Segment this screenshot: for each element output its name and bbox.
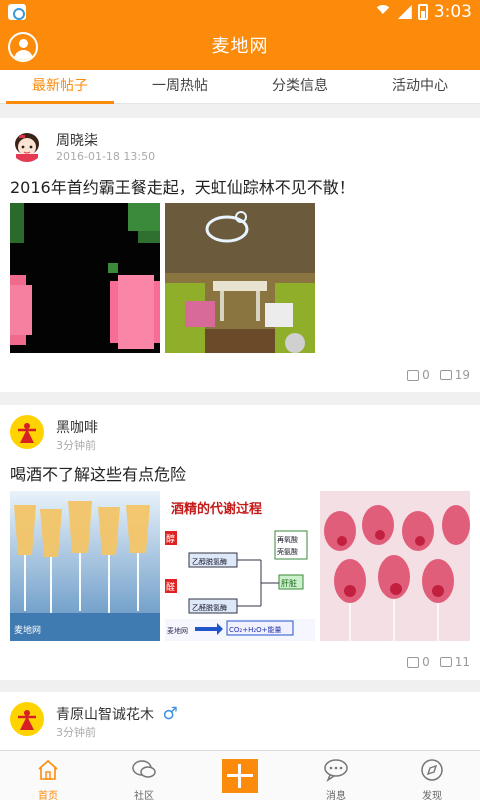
post-username[interactable]: 青原山智诚花木 ♂ — [56, 704, 178, 724]
post-image[interactable]: 麦地网 — [10, 491, 160, 641]
avatar[interactable] — [10, 702, 44, 736]
male-icon: ♂ — [162, 704, 178, 724]
tab-classified[interactable]: 分类信息 — [240, 70, 360, 103]
post-stats: 0 19 — [407, 368, 470, 382]
post-image[interactable] — [10, 203, 160, 353]
home-icon — [38, 759, 58, 780]
post-card[interactable]: 黑咖啡 3分钟前 喝酒不了解这些有点危险 麦地网 酒精的代谢过程 醇 醛 乙醇脱… — [0, 405, 480, 680]
svg-text:麦地网: 麦地网 — [14, 624, 41, 636]
add-icon — [222, 759, 258, 793]
nav-discover[interactable]: 发现 — [384, 751, 480, 802]
tab-events[interactable]: 活动中心 — [360, 70, 480, 103]
bottom-navigation: 首页 社区 消息 发现 — [0, 750, 480, 802]
status-time: 3:03 — [433, 2, 472, 22]
post-feed[interactable]: 周晓柒 2016-01-18 13:50 2016年首约霸王餐走起，天虹仙踪林不… — [0, 104, 480, 750]
post-username[interactable]: 黑咖啡 — [56, 417, 98, 437]
post-title[interactable]: 2016年首约霸王餐走起，天虹仙踪林不见不散！ — [10, 174, 355, 198]
post-card[interactable]: 周晓柒 2016-01-18 13:50 2016年首约霸王餐走起，天虹仙踪林不… — [0, 118, 480, 392]
title-bar: 麦地网 — [0, 24, 480, 70]
post-time: 2016-01-18 13:50 — [56, 150, 156, 163]
post-images — [10, 203, 315, 353]
comment-icon — [439, 657, 452, 667]
nav-add[interactable] — [192, 751, 288, 800]
svg-text:肝脏: 肝脏 — [281, 578, 297, 588]
notification-icon — [8, 4, 26, 20]
post-username[interactable]: 周晓柒 — [56, 130, 98, 150]
post-image[interactable] — [165, 203, 315, 353]
comment-count[interactable]: 11 — [439, 655, 470, 669]
svg-text:乙醛脱氢酶: 乙醛脱氢酶 — [192, 603, 227, 612]
app-title: 麦地网 — [211, 36, 269, 57]
svg-text:醛: 醛 — [166, 581, 175, 593]
status-icons: 3:03 — [374, 2, 472, 22]
thumbs-up-icon — [407, 656, 420, 668]
post-image[interactable]: 酒精的代谢过程 醇 醛 乙醇脱氢酶 乙醛脱氢酶 再氧酸 壳氨酸 肝脏 麦地网 C… — [165, 491, 315, 641]
nav-messages[interactable]: 消息 — [288, 751, 384, 802]
svg-text:醇: 醇 — [166, 533, 175, 545]
signal-icon — [397, 5, 412, 19]
community-icon — [132, 760, 156, 778]
svg-text:再氧酸: 再氧酸 — [277, 535, 298, 544]
post-images: 麦地网 酒精的代谢过程 醇 醛 乙醇脱氢酶 乙醛脱氢酶 再氧酸 壳氨酸 肝脏 麦… — [10, 491, 470, 641]
svg-text:麦地网: 麦地网 — [167, 626, 188, 635]
post-stats: 0 11 — [407, 655, 470, 669]
svg-text:酒精的代谢过程: 酒精的代谢过程 — [171, 501, 262, 517]
svg-text:乙醇脱氢酶: 乙醇脱氢酶 — [192, 557, 227, 566]
thumbs-up-icon — [407, 369, 420, 381]
post-title[interactable]: 喝酒不了解这些有点危险 — [10, 461, 186, 485]
user-avatar-icon[interactable] — [8, 32, 38, 62]
status-bar: 3:03 — [0, 0, 480, 24]
tab-weekly-hot[interactable]: 一周热帖 — [120, 70, 240, 103]
tab-bar: 最新帖子 一周热帖 分类信息 活动中心 — [0, 70, 480, 104]
comment-icon — [439, 370, 452, 380]
svg-text:壳氨酸: 壳氨酸 — [277, 547, 298, 556]
nav-community[interactable]: 社区 — [96, 751, 192, 802]
nav-home[interactable]: 首页 — [0, 751, 96, 802]
post-time: 3分钟前 — [56, 726, 96, 739]
battery-icon — [417, 4, 428, 20]
tab-latest-posts[interactable]: 最新帖子 — [0, 70, 120, 104]
avatar[interactable] — [10, 415, 44, 449]
discover-icon — [421, 759, 443, 781]
svg-text:CO₂+H₂O+能量: CO₂+H₂O+能量 — [229, 625, 282, 634]
message-icon — [324, 759, 348, 782]
post-time: 3分钟前 — [56, 439, 96, 452]
like-count[interactable]: 0 — [407, 655, 430, 669]
post-card[interactable]: 青原山智诚花木 ♂ 3分钟前 — [0, 692, 480, 750]
post-image[interactable] — [320, 491, 470, 641]
wifi-icon — [374, 5, 392, 19]
avatar[interactable] — [10, 128, 44, 162]
comment-count[interactable]: 19 — [439, 368, 470, 382]
like-count[interactable]: 0 — [407, 368, 430, 382]
